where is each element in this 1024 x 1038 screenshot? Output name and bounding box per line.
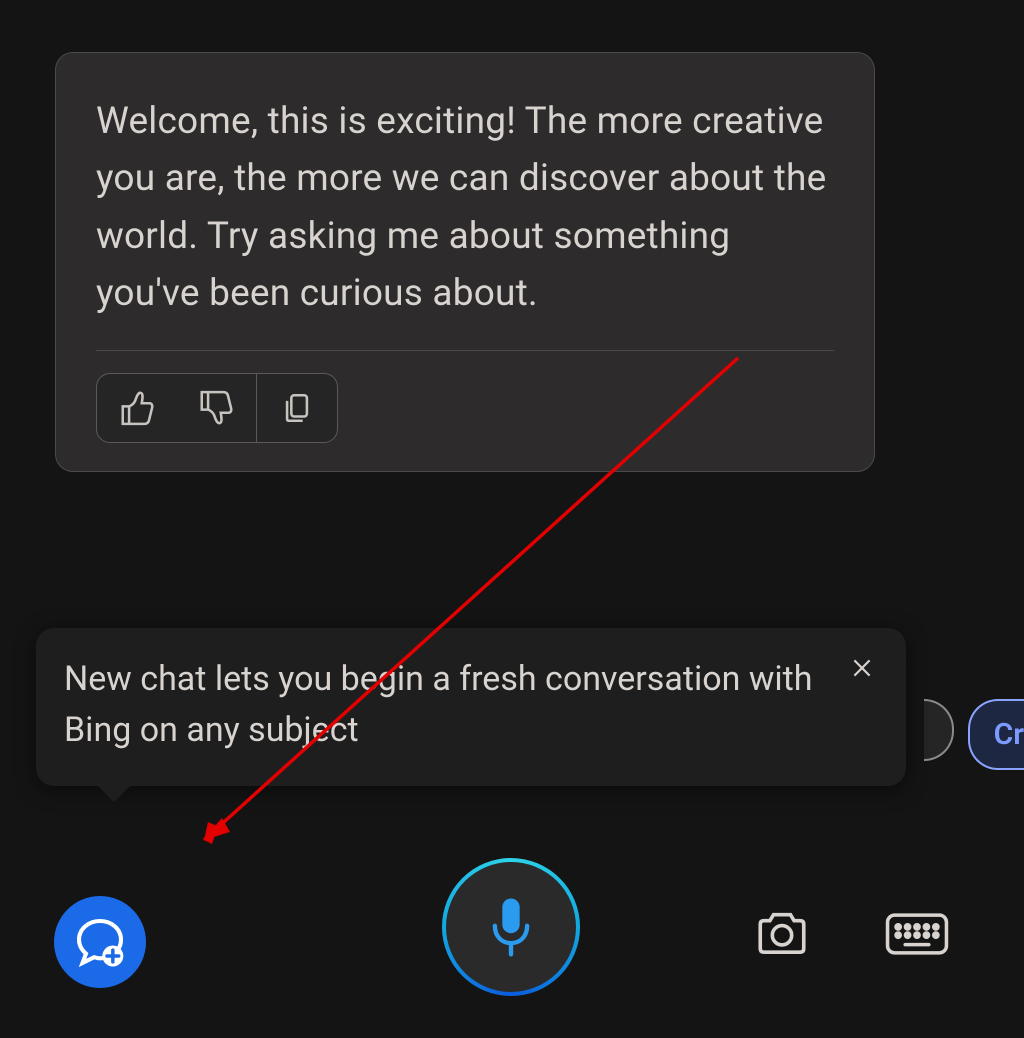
- copy-icon: [280, 391, 314, 425]
- like-button[interactable]: [101, 374, 173, 442]
- tooltip-tail: [98, 786, 130, 802]
- message-action-row: [96, 373, 834, 443]
- keyboard-button[interactable]: [880, 902, 954, 966]
- camera-icon: [753, 909, 811, 959]
- close-icon: [849, 655, 875, 681]
- mic-ring: [442, 858, 580, 996]
- creative-label: Cr: [994, 717, 1024, 752]
- pill-edge-behind: [924, 699, 954, 761]
- creative-mode-pill[interactable]: Cr: [968, 699, 1024, 770]
- new-chat-icon: [72, 914, 128, 970]
- camera-button[interactable]: [750, 902, 814, 966]
- tooltip-close-button[interactable]: [844, 650, 880, 686]
- tooltip-text: New chat lets you begin a fresh conversa…: [64, 654, 836, 756]
- feedback-pair: [97, 374, 257, 442]
- thumbs-down-icon: [197, 389, 235, 427]
- assistant-message-text: Welcome, this is exciting! The more crea…: [96, 93, 834, 322]
- assistant-message-card: Welcome, this is exciting! The more crea…: [55, 52, 875, 472]
- new-chat-button[interactable]: [54, 896, 146, 988]
- new-chat-tooltip: New chat lets you begin a fresh conversa…: [36, 628, 906, 786]
- message-action-group: [96, 373, 338, 443]
- copy-button[interactable]: [257, 374, 337, 442]
- bottom-toolbar: [0, 858, 1024, 988]
- microphone-button[interactable]: [442, 858, 580, 996]
- keyboard-icon: [884, 911, 950, 957]
- message-divider: [96, 350, 834, 351]
- mic-inner: [446, 862, 576, 992]
- thumbs-up-icon: [118, 389, 156, 427]
- microphone-icon: [485, 896, 537, 958]
- dislike-button[interactable]: [180, 374, 252, 442]
